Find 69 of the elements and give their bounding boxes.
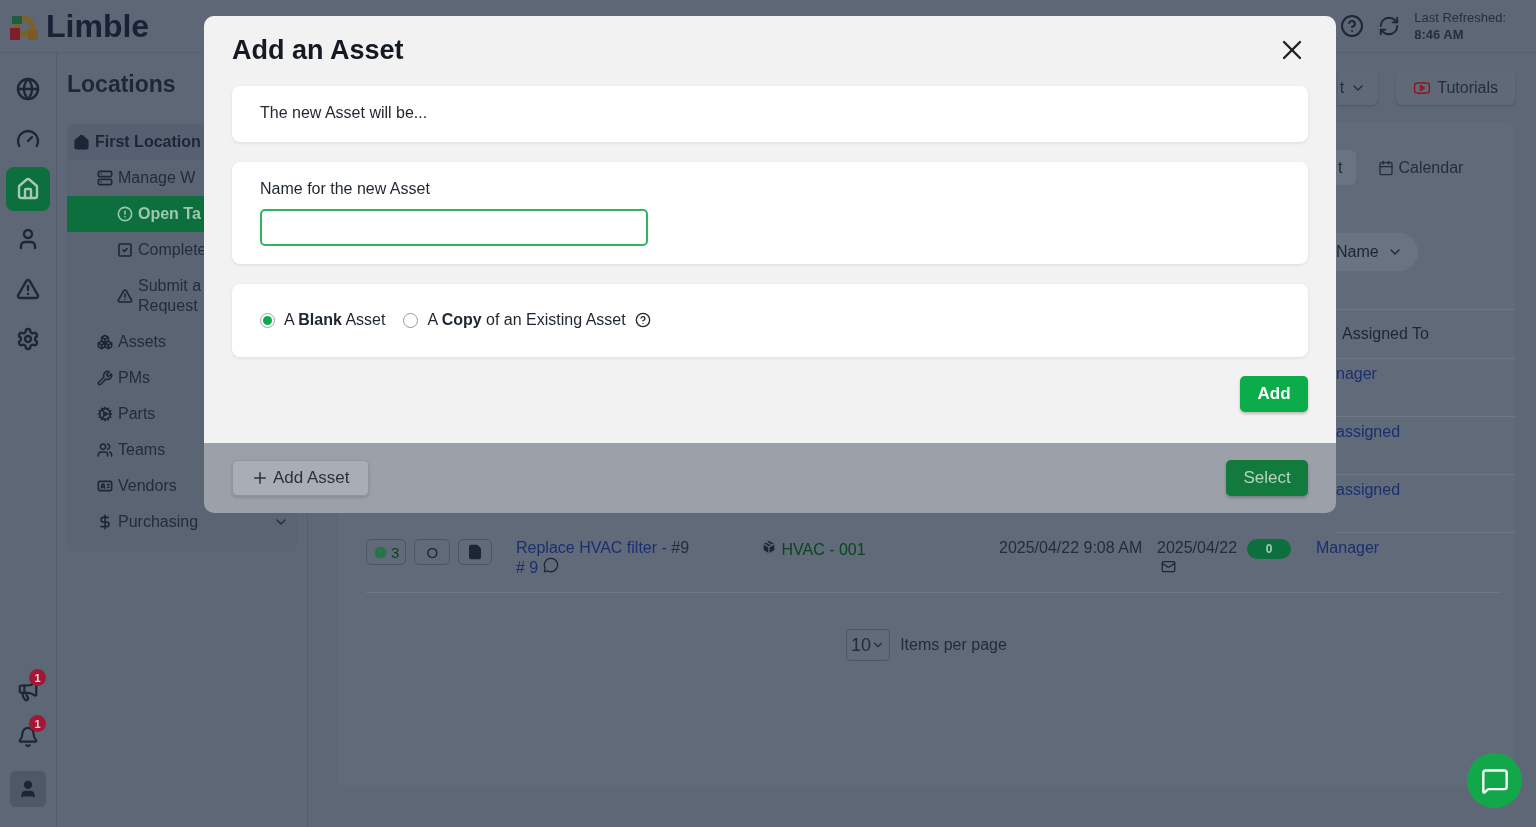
radio-option[interactable]: A Copy of an Existing Asset — [403, 311, 651, 329]
comment-icon[interactable] — [542, 557, 559, 573]
users-icon — [97, 442, 113, 458]
due-date: 2025/04/22 — [1157, 539, 1238, 556]
tab[interactable]: t — [1336, 150, 1357, 185]
per-page-select[interactable]: 10 — [846, 629, 891, 661]
home-icon — [16, 177, 40, 201]
add-asset-button[interactable]: Add Asset — [232, 460, 369, 496]
chat-button[interactable] — [1467, 753, 1522, 808]
assignee-link[interactable]: Manager — [1316, 539, 1380, 556]
assignee-link[interactable]: nager — [1336, 365, 1377, 382]
chat-icon — [1480, 766, 1509, 795]
avatar[interactable] — [10, 771, 46, 807]
gear-icon — [97, 406, 113, 422]
add-button[interactable]: Add — [1240, 376, 1308, 412]
name-label: Name for the new Asset — [260, 180, 431, 198]
wrench-icon — [97, 370, 113, 386]
asset-link[interactable]: HVAC - 001 — [781, 541, 866, 558]
dollar-icon — [97, 514, 113, 530]
task-id-link[interactable]: # 9 — [516, 559, 539, 576]
warning-icon — [117, 288, 133, 304]
count-badge: 1 — [29, 715, 46, 732]
id-card-icon — [97, 478, 113, 494]
calendar-tab[interactable]: Calendar — [1378, 158, 1464, 177]
plus-icon — [251, 469, 269, 487]
nav-title: Locations — [67, 71, 177, 98]
refresh-icon[interactable] — [1378, 15, 1401, 37]
task-link[interactable]: Replace HVAC filter - — [516, 539, 667, 556]
sort-dropdown[interactable]: Name — [1336, 233, 1418, 271]
settings-icon — [16, 327, 40, 351]
intro-text: The new Asset will be... — [260, 104, 428, 121]
list-icon — [97, 170, 113, 186]
refresh-time: 8:46 AM — [1414, 26, 1465, 43]
dropdown-button[interactable]: t — [1337, 70, 1379, 105]
document-button[interactable] — [458, 539, 493, 565]
nav-item[interactable]: PMs — [67, 360, 297, 396]
warning-icon — [16, 277, 40, 301]
checkbox-icon — [117, 242, 133, 258]
assignee-link[interactable]: assigned — [1336, 481, 1401, 498]
user-icon — [18, 779, 38, 799]
logo-text: Limble — [46, 7, 150, 45]
select-button[interactable]: Select — [1226, 460, 1308, 496]
dialog-title: Add an Asset — [232, 34, 404, 66]
calendar-icon — [1378, 159, 1395, 176]
boxes-icon — [97, 334, 113, 350]
home-icon — [73, 133, 90, 151]
alert-icon — [373, 544, 388, 560]
document-icon — [467, 544, 484, 560]
help-icon[interactable] — [634, 312, 651, 328]
rail-button[interactable] — [6, 167, 50, 211]
refresh-label: Last Refreshed: — [1414, 9, 1506, 26]
count-pill[interactable]: 3 — [366, 539, 407, 565]
tutorials-button[interactable]: Tutorials — [1396, 70, 1515, 105]
globe-icon — [16, 77, 40, 101]
nav-item[interactable]: Purchasing — [67, 504, 297, 540]
nav-item[interactable]: Complete — [67, 232, 297, 268]
cube-icon — [761, 539, 777, 555]
count-badge: 1 — [29, 669, 46, 686]
mail-icon[interactable] — [1161, 559, 1176, 574]
name-input[interactable] — [260, 209, 648, 246]
nav-item[interactable]: Parts — [67, 396, 297, 432]
alert-icon — [117, 206, 133, 222]
due-badge: 0 — [1247, 539, 1292, 559]
per-page-label: Items per page — [900, 636, 1007, 654]
status-button[interactable]: O — [414, 539, 451, 565]
assignee-link[interactable]: assigned — [1336, 423, 1401, 440]
bell-icon — [17, 726, 39, 748]
created-date: 2025/04/22 9:08 AM — [999, 539, 1144, 558]
task-number: #9 — [671, 539, 690, 556]
